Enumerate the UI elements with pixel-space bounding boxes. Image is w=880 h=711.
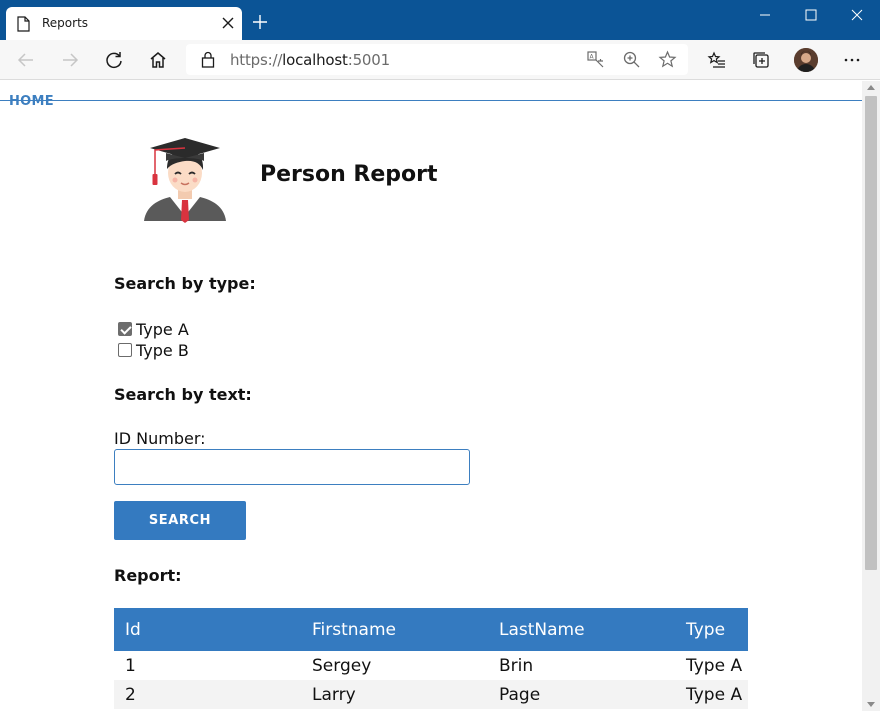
search-by-type-label: Search by type:	[114, 274, 256, 293]
column-header-id[interactable]: Id	[114, 608, 301, 651]
column-header-type[interactable]: Type	[675, 608, 748, 651]
url-host: localhost	[282, 51, 348, 69]
type-b-label: Type B	[136, 341, 189, 360]
page-icon	[17, 16, 30, 32]
refresh-icon[interactable]	[104, 50, 124, 70]
close-icon	[851, 9, 863, 21]
scroll-up-arrow-icon[interactable]	[867, 85, 875, 90]
cell-id: 2	[114, 680, 301, 709]
favorites-icon[interactable]	[707, 50, 727, 70]
cell-id: 1	[125, 655, 136, 676]
cell-type: Type A	[675, 680, 748, 709]
id-number-input[interactable]	[114, 449, 470, 485]
tab-title: Reports	[42, 16, 89, 30]
cell-lastname: Page	[488, 680, 675, 709]
report-label: Report:	[114, 566, 182, 585]
report-table: Id Firstname LastName Type 1 Sergey Brin…	[114, 608, 748, 709]
lock-icon	[201, 51, 215, 68]
column-header-lastname[interactable]: LastName	[488, 608, 675, 651]
window-close-button[interactable]	[834, 0, 880, 30]
browser-titlebar: Reports	[0, 0, 880, 40]
profile-avatar[interactable]	[794, 48, 818, 72]
search-by-text-label: Search by text:	[114, 385, 252, 404]
type-a-checkbox[interactable]	[118, 322, 132, 336]
forward-arrow-icon[interactable]	[60, 50, 80, 70]
nav-divider	[0, 100, 862, 101]
type-a-label: Type A	[136, 320, 189, 339]
back-arrow-icon[interactable]	[16, 50, 36, 70]
scroll-down-arrow-icon[interactable]	[867, 702, 875, 707]
id-number-label: ID Number:	[114, 429, 206, 448]
vertical-scrollbar[interactable]	[862, 81, 880, 711]
table-row[interactable]: 1 Sergey Brin Type A	[114, 651, 748, 680]
url-text[interactable]: https://localhost:5001	[230, 51, 390, 69]
translate-icon[interactable]: A	[586, 50, 605, 69]
cell-lastname: Brin	[499, 655, 534, 676]
close-icon[interactable]	[222, 17, 234, 29]
url-port: :5001	[347, 51, 390, 69]
star-icon[interactable]	[658, 50, 677, 69]
cell-firstname: Larry	[301, 680, 488, 709]
page-viewport: HOME Person Report Search by type: Type …	[0, 81, 862, 711]
column-header-firstname[interactable]: Firstname	[301, 608, 488, 651]
minimize-button[interactable]	[742, 0, 788, 30]
nav-home-link[interactable]: HOME	[9, 94, 54, 109]
page-title: Person Report	[260, 162, 438, 187]
maximize-button[interactable]	[788, 0, 834, 30]
address-bar[interactable]: https://localhost:5001 A	[186, 44, 688, 75]
collections-icon[interactable]	[751, 50, 771, 70]
scroll-thumb[interactable]	[865, 96, 877, 570]
zoom-icon[interactable]	[622, 50, 641, 69]
graduate-avatar-icon	[144, 138, 226, 223]
browser-toolbar: https://localhost:5001 A	[0, 40, 880, 80]
search-button[interactable]: SEARCH	[114, 501, 246, 540]
more-icon[interactable]	[842, 50, 862, 70]
home-icon[interactable]	[148, 50, 168, 70]
minimize-icon	[760, 14, 770, 16]
type-b-checkbox[interactable]	[118, 343, 132, 357]
browser-tab[interactable]: Reports	[6, 7, 242, 40]
cell-firstname: Sergey	[312, 655, 372, 676]
profile-photo-icon	[794, 48, 818, 72]
table-row[interactable]: 2 Larry Page Type A	[114, 680, 748, 709]
plus-icon[interactable]	[252, 14, 268, 30]
url-scheme: https://	[230, 51, 283, 69]
table-header-row: Id Firstname LastName Type	[114, 608, 748, 651]
cell-type: Type A	[686, 655, 743, 676]
maximize-icon	[805, 9, 817, 21]
